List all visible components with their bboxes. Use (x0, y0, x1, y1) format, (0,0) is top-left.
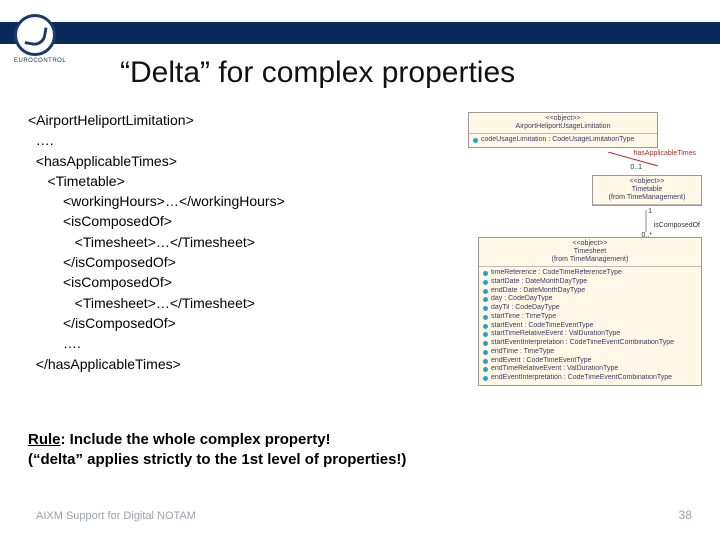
uml-assoc-name: hasApplicableTimes (634, 150, 696, 157)
header-bar (0, 22, 720, 44)
uml-attr: endTime : TimeType (483, 348, 697, 357)
uml-name: Timesheet (483, 248, 697, 256)
uml-attr: day : CodeDayType (483, 295, 697, 304)
uml-name: AirportHeliportUsageLimitation (473, 123, 653, 131)
uml-attr: codeUsageLimitation : CodeUsageLimitatio… (481, 136, 634, 145)
logo-text: EUROCONTROL (14, 58, 78, 64)
uml-assoc-name: isComposedOf (654, 222, 700, 229)
uml-mult: 1 (648, 208, 652, 215)
uml-stereo: <<object>> (483, 240, 697, 248)
eurocontrol-logo: EUROCONTROL (14, 14, 78, 78)
uml-name: Timetable (597, 186, 697, 194)
uml-stereo: <<object>> (597, 178, 697, 186)
rule-text: Rule: Include the whole complex property… (28, 430, 406, 471)
uml-attr: timeReference : CodeTimeReferenceType (483, 269, 697, 278)
uml-attr: endDate : DateMonthDayType (483, 287, 697, 296)
uml-from: (from TimeManagement) (597, 194, 697, 202)
uml-from: (from TimeManagement) (483, 256, 697, 264)
rule-line1: : Include the whole complex property! (61, 431, 331, 448)
rule-label: Rule (28, 431, 61, 448)
uml-diagram: <<object>> AirportHeliportUsageLimitatio… (468, 112, 702, 390)
uml-box-timesheet: <<object>> Timesheet (from TimeManagemen… (478, 237, 702, 386)
uml-attr: startEventInterpretation : CodeTimeEvent… (483, 339, 697, 348)
uml-attr: startTime : TimeType (483, 313, 697, 322)
uml-stereo: <<object>> (473, 115, 653, 123)
uml-attr: startTimeRelativeEvent : ValDurationType (483, 330, 697, 339)
slide-title: “Delta” for complex properties (120, 56, 515, 90)
uml-box-timetable: <<object>> Timetable (from TimeManagemen… (592, 175, 702, 206)
uml-mult: 0..1 (630, 164, 642, 171)
footer-left: AIXM Support for Digital NOTAM (36, 510, 196, 522)
uml-attr: endTimeRelativeEvent : ValDurationType (483, 365, 697, 374)
uml-attr: endEventInterpretation : CodeTimeEventCo… (483, 374, 697, 383)
page-number: 38 (679, 508, 692, 522)
uml-box-limitation: <<object>> AirportHeliportUsageLimitatio… (468, 112, 658, 148)
uml-attr: dayTil : CodeDayType (483, 304, 697, 313)
uml-attr: startDate : DateMonthDayType (483, 278, 697, 287)
uml-attr: startEvent : CodeTimeEventType (483, 322, 697, 331)
uml-attr: endEvent : CodeTimeEventType (483, 357, 697, 366)
uml-mult: 0..* (641, 232, 652, 239)
rule-line2: (“delta” applies strictly to the 1st lev… (28, 450, 406, 470)
code-block: <AirportHeliportLimitation> …. <hasAppli… (28, 110, 458, 374)
